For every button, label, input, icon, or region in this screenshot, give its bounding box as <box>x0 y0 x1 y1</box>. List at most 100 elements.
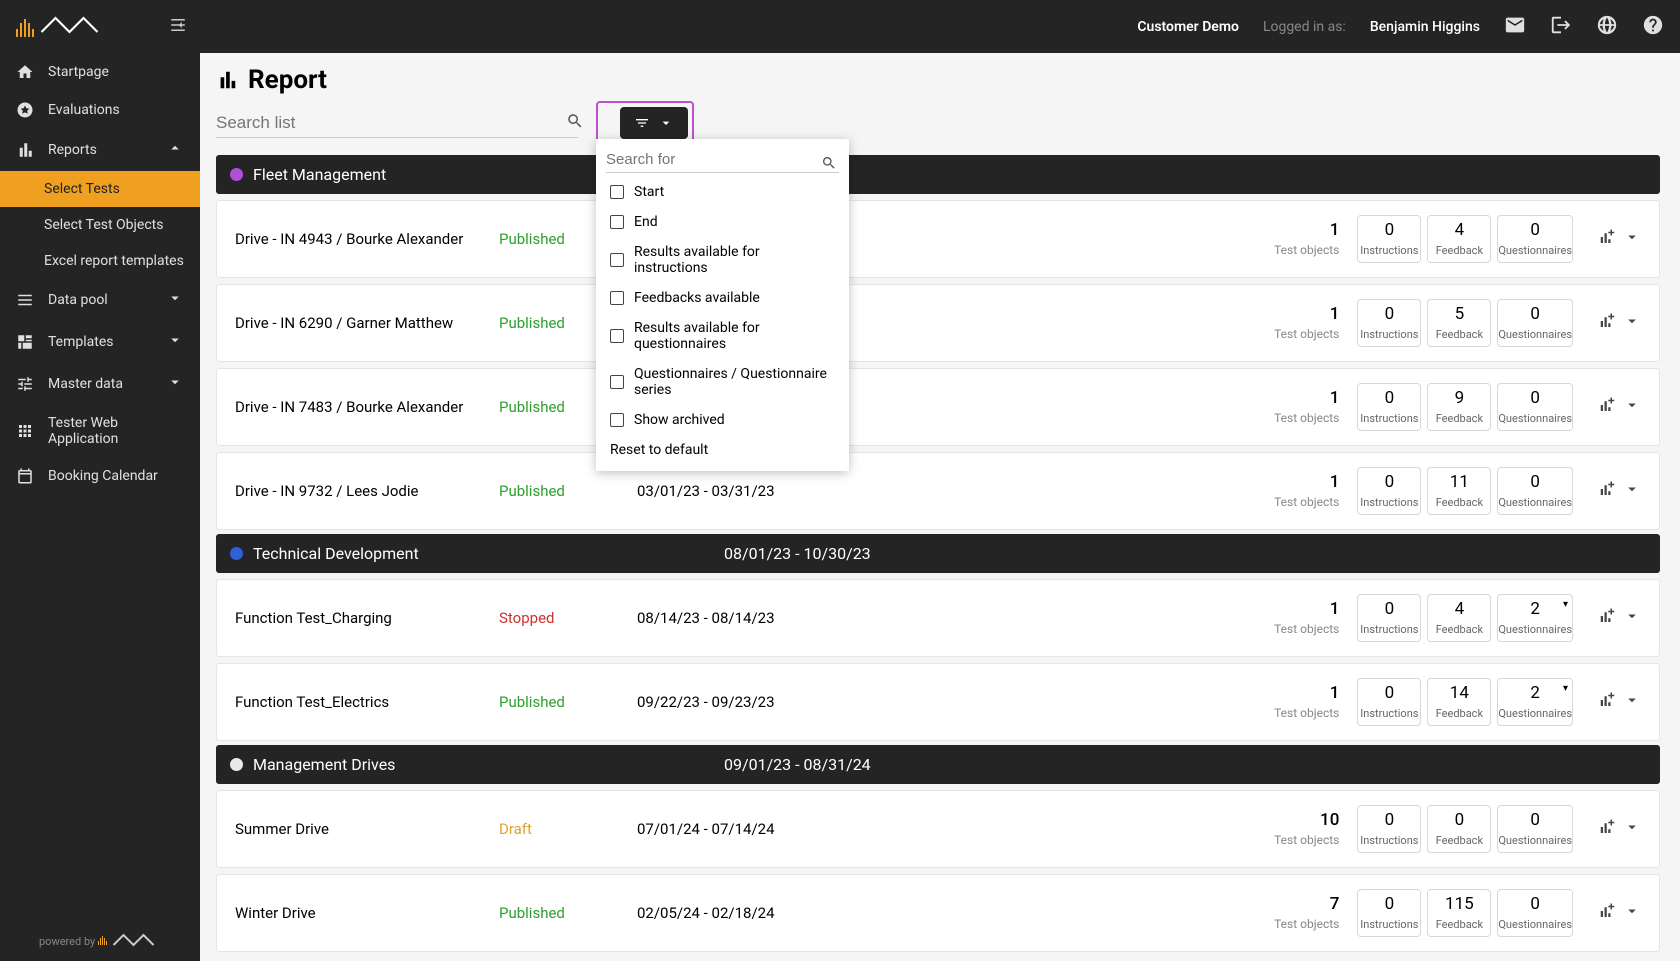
logout-icon[interactable] <box>1550 14 1572 40</box>
chevron-down-icon[interactable] <box>1623 691 1641 713</box>
group-name: Fleet Management <box>253 165 386 184</box>
sidebar-item-templates[interactable]: Templates <box>0 321 200 363</box>
filter-search-input[interactable] <box>606 147 839 173</box>
test-row[interactable]: Drive - IN 9732 / Lees JodiePublished03/… <box>216 452 1660 530</box>
metric-feedback[interactable]: 14Feedback <box>1427 678 1491 726</box>
add-chart-icon[interactable] <box>1597 902 1615 924</box>
metric-feedback[interactable]: 4Feedback <box>1427 215 1491 263</box>
metric-instructions[interactable]: 0Instructions <box>1357 678 1421 726</box>
add-chart-icon[interactable] <box>1597 607 1615 629</box>
sidebar-item-booking-calendar[interactable]: Booking Calendar <box>0 457 200 495</box>
filter-option-label: Feedbacks available <box>634 290 760 306</box>
metric-questionnaires[interactable]: 2Questionnaires▾ <box>1497 678 1573 726</box>
sidebar-item-master-data[interactable]: Master data <box>0 363 200 405</box>
sidebar-item-data-pool[interactable]: Data pool <box>0 279 200 321</box>
test-dates: 03/01/23 - 03/31/23 <box>637 482 977 500</box>
test-row[interactable]: Function Test_ElectricsPublished09/22/23… <box>216 663 1660 741</box>
chevron-down-icon[interactable] <box>1623 607 1641 629</box>
test-row[interactable]: Drive - IN 6290 / Garner MatthewPublishe… <box>216 284 1660 362</box>
metric-instructions[interactable]: 0Instructions <box>1357 594 1421 642</box>
filter-option[interactable]: Questionnaires / Questionnaire series <box>596 359 849 405</box>
collapse-sidebar-icon[interactable] <box>168 16 188 38</box>
test-row[interactable]: Drive - IN 4943 / Bourke AlexanderPublis… <box>216 200 1660 278</box>
metric-instructions[interactable]: 0Instructions <box>1357 467 1421 515</box>
sidebar: Startpage Evaluations Reports Select Tes… <box>0 53 200 961</box>
help-icon[interactable] <box>1642 14 1664 40</box>
chevron-down-icon[interactable] <box>1623 396 1641 418</box>
add-chart-icon[interactable] <box>1597 396 1615 418</box>
filter-button[interactable] <box>620 107 688 139</box>
test-row[interactable]: Drive - IN 7483 / Bourke AlexanderPublis… <box>216 368 1660 446</box>
globe-icon[interactable] <box>1596 14 1618 40</box>
filter-option[interactable]: Results available for questionnaires <box>596 313 849 359</box>
add-chart-icon[interactable] <box>1597 312 1615 334</box>
group-header[interactable]: Technical Development08/01/23 - 10/30/23 <box>216 534 1660 573</box>
metric-questionnaires[interactable]: 0Questionnaires <box>1497 467 1573 515</box>
sidebar-item-select-test-objects[interactable]: Select Test Objects <box>0 207 200 243</box>
metric-feedback[interactable]: 0Feedback <box>1427 805 1491 853</box>
chevron-down-icon[interactable] <box>1623 480 1641 502</box>
group-header[interactable]: Fleet Management01/01/23 - 12/ <box>216 155 1660 194</box>
search-input[interactable] <box>216 109 578 138</box>
metric-instructions[interactable]: 0Instructions <box>1357 299 1421 347</box>
metric-instructions[interactable]: 0Instructions <box>1357 805 1421 853</box>
metric-instructions[interactable]: 0Instructions <box>1357 215 1421 263</box>
metric-test-objects: 1Test objects <box>985 683 1349 721</box>
test-row[interactable]: Winter DrivePublished02/05/24 - 02/18/24… <box>216 874 1660 952</box>
add-chart-icon[interactable] <box>1597 228 1615 250</box>
test-name: Drive - IN 7483 / Bourke Alexander <box>235 398 491 416</box>
sidebar-item-label: Master data <box>48 376 123 392</box>
metric-feedback[interactable]: 5Feedback <box>1427 299 1491 347</box>
filter-option[interactable]: Results available for instructions <box>596 237 849 283</box>
sidebar-item-reports[interactable]: Reports <box>0 129 200 171</box>
sidebar-item-select-tests[interactable]: Select Tests <box>0 171 200 207</box>
logo <box>16 13 108 41</box>
add-chart-icon[interactable] <box>1597 818 1615 840</box>
metric-questionnaires[interactable]: 2Questionnaires▾ <box>1497 594 1573 642</box>
add-chart-icon[interactable] <box>1597 480 1615 502</box>
checkbox-icon <box>610 253 624 267</box>
chevron-down-icon[interactable] <box>1623 818 1641 840</box>
filter-reset[interactable]: Reset to default <box>596 435 849 465</box>
metric-instructions[interactable]: 0Instructions <box>1357 889 1421 937</box>
chevron-down-icon[interactable] <box>1623 312 1641 334</box>
metric-feedback[interactable]: 9Feedback <box>1427 383 1491 431</box>
metric-questionnaires[interactable]: 0Questionnaires <box>1497 383 1573 431</box>
add-chart-icon[interactable] <box>1597 691 1615 713</box>
apps-icon <box>16 422 34 440</box>
sidebar-item-label: Evaluations <box>48 102 120 118</box>
metric-questionnaires[interactable]: 0Questionnaires <box>1497 805 1573 853</box>
sidebar-item-label: Templates <box>48 334 114 350</box>
metric-questionnaires[interactable]: 0Questionnaires <box>1497 889 1573 937</box>
metric-questionnaires[interactable]: 0Questionnaires <box>1497 215 1573 263</box>
test-row[interactable]: Function Test_ChargingStopped08/14/23 - … <box>216 579 1660 657</box>
user-name[interactable]: Benjamin Higgins <box>1370 19 1480 35</box>
metric-test-objects: 1Test objects <box>985 220 1349 258</box>
filter-option-label: Show archived <box>634 412 725 428</box>
metric-feedback[interactable]: 115Feedback <box>1427 889 1491 937</box>
sidebar-item-evaluations[interactable]: Evaluations <box>0 91 200 129</box>
test-name: Drive - IN 4943 / Bourke Alexander <box>235 230 491 248</box>
metric-instructions[interactable]: 0Instructions <box>1357 383 1421 431</box>
sidebar-item-excel-templates[interactable]: Excel report templates <box>0 243 200 279</box>
sidebar-footer: powered by <box>0 919 200 961</box>
group-header[interactable]: Management Drives09/01/23 - 08/31/24 <box>216 745 1660 784</box>
mail-icon[interactable] <box>1504 14 1526 40</box>
sidebar-item-tester-web[interactable]: Tester Web Application <box>0 405 200 457</box>
filter-option[interactable]: Start <box>596 177 849 207</box>
chevron-down-icon[interactable] <box>1623 228 1641 250</box>
filter-option[interactable]: End <box>596 207 849 237</box>
search-icon[interactable] <box>821 155 837 175</box>
chevron-down-icon[interactable] <box>1623 902 1641 924</box>
metric-questionnaires[interactable]: 0Questionnaires <box>1497 299 1573 347</box>
caret-down-icon: ▾ <box>1563 599 1568 610</box>
sidebar-item-startpage[interactable]: Startpage <box>0 53 200 91</box>
metric-feedback[interactable]: 11Feedback <box>1427 467 1491 515</box>
filter-option[interactable]: Feedbacks available <box>596 283 849 313</box>
search-icon[interactable] <box>566 112 584 134</box>
metric-feedback[interactable]: 4Feedback <box>1427 594 1491 642</box>
test-row[interactable]: Summer DriveDraft07/01/24 - 07/14/2410Te… <box>216 790 1660 868</box>
caret-down-icon: ▾ <box>1563 683 1568 694</box>
filter-option[interactable]: Show archived <box>596 405 849 435</box>
metric-test-objects: 7Test objects <box>985 894 1349 932</box>
